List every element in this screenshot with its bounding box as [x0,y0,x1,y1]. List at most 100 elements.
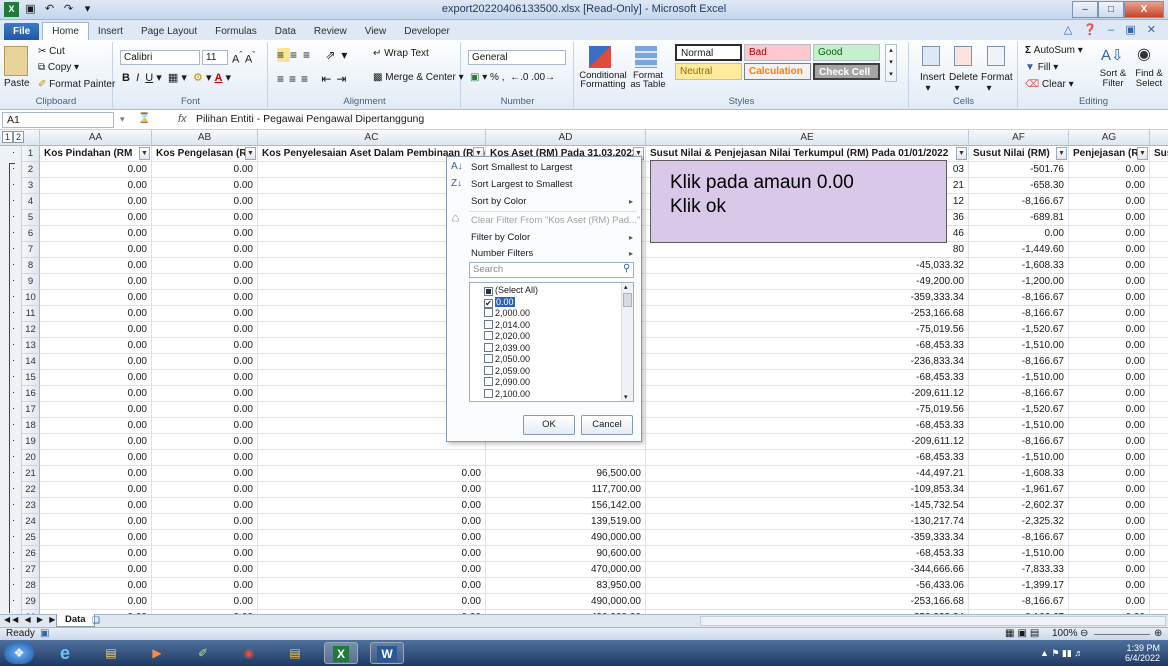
grid-cell[interactable]: -1,608.33 [969,466,1069,482]
cancel-entry-icon[interactable]: ⌛ [138,113,150,124]
grid-cell[interactable]: 0.00 [40,418,152,434]
new-sheet-icon[interactable]: ❏ [92,615,100,626]
filter-value-item[interactable]: 2,000.00 [484,308,530,319]
grid-cell[interactable]: -45,033.32 [646,258,969,274]
row-header[interactable]: 13 [22,338,40,354]
header-cell[interactable]: Susut Nilai (RM) ▼ [969,146,1069,162]
grid-cell[interactable]: -8,166.67 [969,434,1069,450]
paste-icon[interactable] [4,46,28,76]
zoom-in-icon[interactable]: ⊕ [1154,628,1162,640]
grid-cell[interactable] [1150,418,1168,434]
grid-cell[interactable]: 0.00 [40,562,152,578]
grid-cell[interactable] [1150,322,1168,338]
grid-cell[interactable] [1150,290,1168,306]
grid-cell[interactable]: -1,520.67 [969,322,1069,338]
filter-dropdown-icon[interactable]: ▼ [956,147,967,160]
grid-cell[interactable]: 0.00 [258,514,486,530]
grid-cell[interactable] [1150,354,1168,370]
grid-cell[interactable]: 0.00 [1069,514,1150,530]
insert-button[interactable]: Insert ▾ [920,72,945,94]
grid-cell[interactable]: 139,519.00 [486,514,646,530]
filter-value-item[interactable]: 2,014.00 [484,319,530,331]
grid-cell[interactable]: 0.00 [40,226,152,242]
filter-value-item[interactable]: 2,050.00 [484,354,530,365]
grid-cell[interactable]: 0.00 [152,594,258,610]
tray-icons[interactable]: ▲ ⚑ ▮▮ ♬ [1040,648,1083,659]
grid-cell[interactable]: -49,200.00 [646,274,969,290]
outline-level-2[interactable]: 2 [13,131,25,143]
grid-cell[interactable]: 0.00 [152,370,258,386]
filter-list-scrollbar[interactable]: ▴ ▾ [621,283,633,401]
grid-cell[interactable] [1150,498,1168,514]
tab-developer[interactable]: Developer [395,23,459,40]
grid-cell[interactable]: 0.00 [40,290,152,306]
chrome-icon[interactable]: ◉ [232,642,266,664]
grid-cell[interactable]: -8,166.67 [969,530,1069,546]
grid-cell[interactable]: 0.00 [1069,546,1150,562]
grid-cell[interactable]: 0.00 [40,322,152,338]
tab-view[interactable]: View [356,23,396,40]
filter-search-input[interactable]: Search [469,262,634,278]
grid-cell[interactable]: 96,500.00 [486,466,646,482]
grid-cell[interactable] [1150,530,1168,546]
format-as-table-button[interactable]: Format as Table [627,71,669,90]
grid-cell[interactable]: 0.00 [152,434,258,450]
grid-cell[interactable]: 0.00 [1069,466,1150,482]
row-header[interactable]: 22 [22,482,40,498]
row-header[interactable]: 15 [22,370,40,386]
checkbox-icon[interactable] [484,388,493,398]
grid-cell[interactable]: -501.76 [969,162,1069,178]
grid-cell[interactable]: 470,000.00 [486,562,646,578]
filter-value-item[interactable]: ✔ 0.00 [484,295,516,308]
header-cell[interactable]: Kos Pengelasan (RM ▼ [152,146,258,162]
merge-center-button[interactable]: ▩ Merge & Center ▾ [373,72,464,83]
zoom-out-icon[interactable]: ⊖ [1080,628,1088,640]
grid-cell[interactable] [1150,402,1168,418]
checkbox-icon[interactable] [484,308,493,317]
grid-cell[interactable]: 0.00 [40,194,152,210]
grid-cell[interactable]: 0.00 [152,466,258,482]
filter-by-color[interactable]: Filter by Color [471,232,530,243]
grid-cell[interactable]: -1,510.00 [969,546,1069,562]
taskbar-clock[interactable]: 1:39 PM 6/4/2022 [1125,643,1160,663]
clear-button[interactable]: ⌫ Clear ▾ [1025,79,1074,90]
grid-cell[interactable]: 0.00 [152,306,258,322]
column-header[interactable]: AA [40,130,152,146]
font-name-select[interactable]: Calibri [120,50,200,65]
column-header[interactable]: AE [646,130,969,146]
format-painter-button[interactable]: ✐ Format Painter [38,79,115,90]
grid-cell[interactable]: 0.00 [1069,562,1150,578]
start-orb-icon[interactable]: ❖ [4,642,34,664]
grid-cell[interactable]: 0.00 [40,162,152,178]
grid-cell[interactable]: 0.00 [152,322,258,338]
formula-input[interactable]: Pilihan Entiti - Pegawai Pengawal Dipert… [196,113,424,125]
border-icon[interactable]: ▦ [168,72,178,84]
find-select-button[interactable]: Find & Select [1131,69,1167,89]
tab-file[interactable]: File [4,23,40,40]
grid-cell[interactable]: 83,950.00 [486,578,646,594]
row-header[interactable]: 4 [22,194,40,210]
grid-cell[interactable]: -253,166.68 [646,306,969,322]
grid-cell[interactable]: 0.00 [1069,258,1150,274]
filter-dropdown-icon[interactable]: ▼ [1137,147,1148,160]
grid-cell[interactable] [486,450,646,466]
grid-cell[interactable]: -44,497.21 [646,466,969,482]
row-header[interactable]: 16 [22,386,40,402]
filter-value-item[interactable]: 2,090.00 [484,377,530,388]
grid-cell[interactable]: 0.00 [1069,594,1150,610]
grid-cell[interactable]: 0.00 [969,226,1069,242]
checkbox-icon[interactable]: ✔ [484,298,493,308]
grid-cell[interactable] [1150,226,1168,242]
grid-cell[interactable]: 0.00 [40,178,152,194]
grid-cell[interactable]: 0.00 [152,226,258,242]
grid-cell[interactable]: 0.00 [1069,274,1150,290]
wrap-text-button[interactable]: ↵ Wrap Text [373,48,429,59]
grid-cell[interactable]: 0.00 [40,258,152,274]
paste-button[interactable]: Paste [4,78,30,89]
ie-icon[interactable]: e [48,642,82,664]
grid-cell[interactable]: 0.00 [1069,434,1150,450]
row-header[interactable]: 14 [22,354,40,370]
grid-cell[interactable]: -68,453.33 [646,338,969,354]
fill-color-icon[interactable]: ⚙ [193,72,203,84]
row-header[interactable]: 25 [22,530,40,546]
